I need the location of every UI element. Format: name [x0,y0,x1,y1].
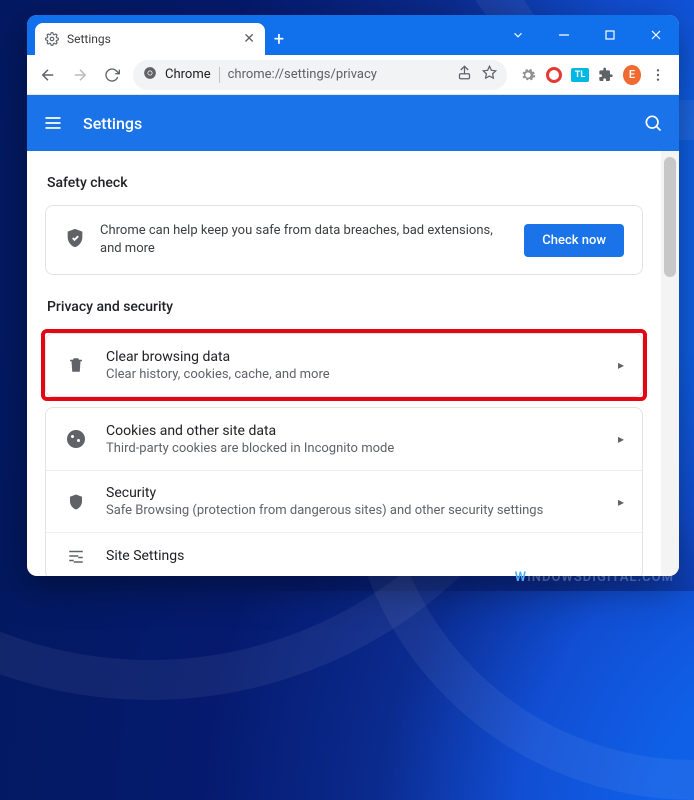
shield-icon [64,493,88,511]
chevron-right-icon: ▸ [618,358,624,372]
chrome-logo-icon [143,66,157,84]
browser-window: Settings ✕ + [27,15,679,576]
cookies-row[interactable]: Cookies and other site data Third-party … [46,408,642,470]
forward-button [65,60,95,90]
titlebar: Settings ✕ + [27,15,679,55]
close-window-button[interactable] [633,15,679,55]
privacy-security-heading: Privacy and security [47,299,643,315]
tab-title: Settings [67,32,235,46]
row-subtitle: Clear history, cookies, cache, and more [106,367,600,382]
new-tab-button[interactable]: + [265,23,293,55]
row-title: Cookies and other site data [106,423,600,439]
safety-check-card: Chrome can help keep you safe from data … [45,205,643,275]
share-icon[interactable] [457,65,472,84]
back-button[interactable] [33,60,63,90]
kebab-menu-icon[interactable] [649,66,667,84]
cookie-icon [64,430,88,448]
safety-check-text: Chrome can help keep you safe from data … [100,222,510,258]
clear-browsing-data-row[interactable]: Clear browsing data Clear history, cooki… [46,334,642,396]
minimize-button[interactable] [541,15,587,55]
extension-opera-icon[interactable] [545,66,563,84]
address-bar[interactable]: Chrome chrome://settings/privacy [133,60,507,90]
reload-button[interactable] [97,60,127,90]
scrollbar-track[interactable] [661,151,679,576]
row-title: Clear browsing data [106,349,600,365]
tune-icon [64,547,88,565]
chevron-right-icon: ▸ [618,495,624,509]
bookmark-star-icon[interactable] [482,65,497,84]
extension-gear-icon[interactable] [519,66,537,84]
settings-header: Settings [27,95,679,151]
settings-content: Safety check Chrome can help keep you sa… [27,151,661,576]
settings-title: Settings [83,114,142,133]
browser-toolbar: Chrome chrome://settings/privacy TL E [27,55,679,95]
extension-tl-icon[interactable]: TL [571,66,589,84]
hamburger-menu-icon[interactable] [43,113,63,133]
safety-check-heading: Safety check [47,175,643,191]
active-tab[interactable]: Settings ✕ [35,23,265,55]
shield-check-icon [64,227,86,253]
scrollbar-thumb[interactable] [664,157,676,277]
tab-close-icon[interactable]: ✕ [243,31,255,47]
trash-icon [64,356,88,374]
row-subtitle: Third-party cookies are blocked in Incog… [106,441,600,456]
address-separator [219,67,220,83]
check-now-button[interactable]: Check now [524,224,624,257]
row-title: Site Settings [106,548,624,564]
security-row[interactable]: Security Safe Browsing (protection from … [46,470,642,532]
gear-icon [45,32,59,46]
profile-avatar[interactable]: E [623,66,641,84]
extensions-puzzle-icon[interactable] [597,66,615,84]
extension-icons: TL E [513,66,673,84]
chevron-right-icon: ▸ [618,432,624,446]
row-subtitle: Safe Browsing (protection from dangerous… [106,503,600,518]
address-url: chrome://settings/privacy [228,67,449,82]
privacy-list-card: Cookies and other site data Third-party … [45,407,643,576]
search-icon[interactable] [643,113,663,133]
maximize-button[interactable] [587,15,633,55]
watermark: WINDOWSDIGITAL.COM [515,570,674,585]
highlighted-row-clear-browsing-data: Clear browsing data Clear history, cooki… [41,329,647,401]
tab-search-icon[interactable] [495,15,541,55]
address-origin: Chrome [165,67,211,82]
row-title: Security [106,485,600,501]
